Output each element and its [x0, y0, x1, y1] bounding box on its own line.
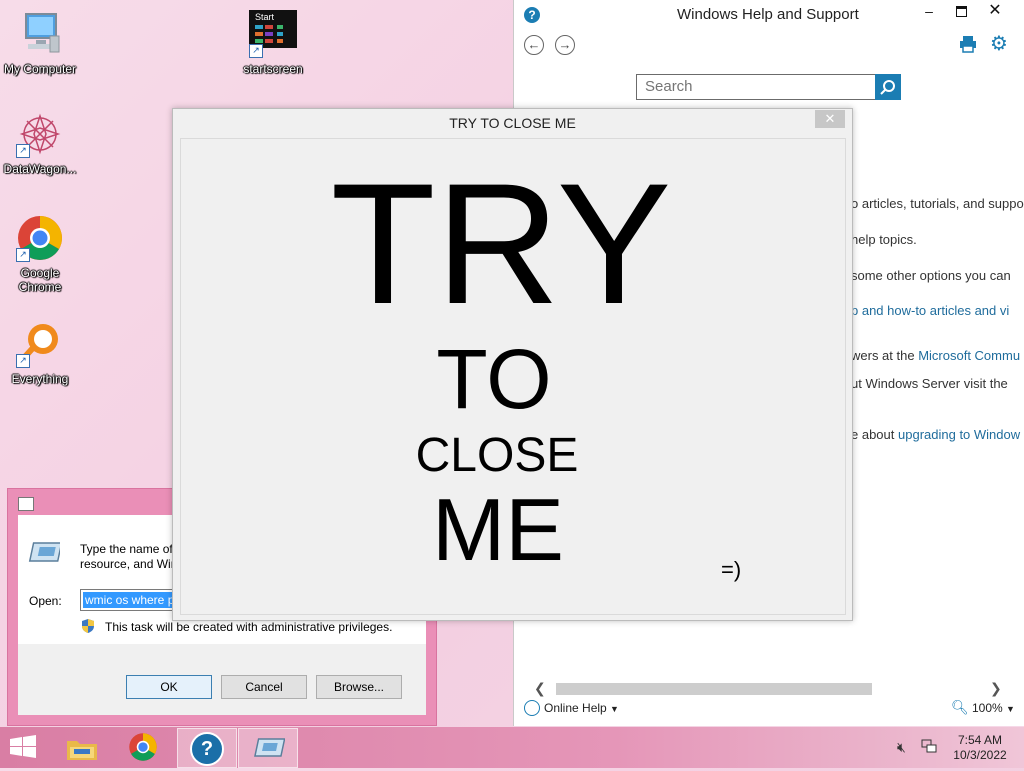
help-toolbar: ← → ⚙ — [514, 30, 1024, 60]
taskbar-clock[interactable]: 7:54 AM 10/3/2022 — [944, 733, 1016, 763]
shortcut-arrow-icon: ↗ — [16, 354, 30, 368]
help-content-line: ut Windows Server visit the — [851, 376, 1008, 391]
scrollbar-thumb[interactable] — [556, 683, 872, 695]
big-word-close: CLOSE — [415, 429, 579, 482]
online-help-dropdown[interactable]: Online Help ▼ — [544, 701, 619, 715]
maximize-button[interactable] — [946, 0, 976, 24]
admin-note: This task will be created with administr… — [105, 620, 393, 634]
print-icon[interactable] — [959, 35, 977, 53]
forward-arrow-icon[interactable]: → — [555, 35, 575, 55]
uac-shield-icon — [80, 618, 96, 634]
datawagon-icon: ↗ — [16, 110, 64, 158]
dropdown-arrow-icon: ▼ — [610, 704, 619, 714]
help-link: p and how-to articles and vi — [851, 303, 1010, 318]
search-input[interactable] — [637, 75, 873, 97]
everything-search-icon: ↗ — [16, 320, 64, 368]
help-app-icon: ? — [524, 7, 540, 23]
help-content-line: some other options you can — [851, 268, 1011, 283]
startscreen-icon: Start ↗ — [249, 10, 297, 58]
open-label: Open: — [29, 594, 62, 608]
smiley-text: =) — [721, 557, 742, 582]
desktop-icon-label: Google Chrome — [18, 266, 62, 294]
browse-button[interactable]: Browse... — [316, 675, 402, 699]
run-icon — [251, 737, 286, 764]
close-button[interactable]: ✕ — [815, 110, 845, 128]
desktop-icon-my-computer[interactable]: My Computer — [0, 10, 80, 76]
desktop-icon-chrome[interactable]: ↗ Google Chrome — [0, 214, 80, 294]
taskbar-chrome[interactable] — [115, 728, 173, 766]
startscreen-badge: Start — [255, 12, 275, 22]
try-to-close-window: TRY TO CLOSE ME ✕ TRY TO CLOSE ME =) — [172, 108, 853, 621]
help-content-line: o articles, tutorials, and suppo — [851, 196, 1024, 211]
run-icon — [28, 541, 63, 562]
clock-date: 10/3/2022 — [953, 748, 1007, 762]
upgrading-windows-link[interactable]: upgrading to Window — [898, 427, 1020, 442]
help-content-line[interactable]: p and how-to articles and vi — [851, 303, 1009, 318]
taskbar: ? 🔇︎ 7:54 AM 10/3/2022 — [0, 727, 1024, 768]
shortcut-arrow-icon: ↗ — [16, 144, 30, 158]
big-word-try: TRY — [330, 148, 672, 340]
run-dialog-footer: OK Cancel Browse... — [18, 644, 426, 715]
desktop-icon-label: startscreen — [243, 62, 303, 76]
run-app-icon — [18, 497, 34, 511]
help-status-bar: Online Help ▼ 🔍︎ 100% ▼ — [514, 698, 1024, 720]
help-content-line: e about upgrading to Window — [851, 427, 1021, 442]
shortcut-arrow-icon: ↗ — [16, 248, 30, 262]
search-button[interactable] — [875, 74, 901, 100]
computer-icon — [16, 10, 64, 58]
big-word-me: ME — [432, 480, 564, 579]
clock-time: 7:54 AM — [957, 733, 1003, 747]
cancel-button[interactable]: Cancel — [221, 675, 307, 699]
help-content-line: help topics. — [851, 232, 917, 247]
desktop-icon-label: My Computer — [3, 62, 77, 76]
folder-icon — [66, 737, 98, 766]
taskbar-file-explorer[interactable] — [53, 728, 111, 766]
desktop-icon-datawagon[interactable]: ↗ DataWagon... — [0, 110, 80, 176]
taskbar-help[interactable]: ? — [177, 728, 237, 768]
help-titlebar[interactable]: ? Windows Help and Support – ✕ — [514, 0, 1024, 30]
horizontal-scrollbar[interactable]: ❮ ❯ — [534, 680, 1022, 697]
scroll-right-icon[interactable]: ❯ — [990, 680, 1002, 697]
taskbar-run[interactable] — [238, 728, 298, 768]
help-content-line: wers at the Microsoft Commu — [851, 348, 1021, 363]
zoom-dropdown[interactable]: 100% ▼ — [972, 701, 1015, 715]
gear-icon[interactable]: ⚙ — [990, 34, 1010, 54]
chrome-icon — [128, 732, 158, 767]
zoom-icon[interactable]: 🔍︎ — [951, 699, 969, 716]
try-window-title: TRY TO CLOSE ME — [449, 115, 576, 131]
ok-button[interactable]: OK — [126, 675, 212, 699]
run-description: Type the name of resource, and Win — [80, 542, 178, 571]
scroll-left-icon[interactable]: ❮ — [534, 680, 546, 697]
start-button[interactable] — [0, 728, 48, 766]
minimize-button[interactable]: – — [914, 0, 944, 24]
open-input-value: wmic os where p — [83, 592, 177, 608]
help-window-title: Windows Help and Support — [677, 6, 859, 23]
desktop-icon-label: DataWagon... — [3, 162, 77, 176]
desktop-icon-everything[interactable]: ↗ Everything — [0, 320, 80, 386]
help-search-box[interactable] — [636, 74, 876, 100]
big-word-to: TO — [436, 332, 552, 426]
help-icon: ? — [190, 732, 224, 766]
speaker-muted-icon[interactable]: 🔇︎ — [897, 739, 906, 756]
try-window-canvas: TRY TO CLOSE ME =) — [180, 138, 846, 615]
desktop-icon-label: Everything — [11, 372, 69, 386]
network-icon[interactable] — [921, 738, 937, 754]
close-button[interactable]: ✕ — [980, 0, 1010, 24]
microsoft-community-link[interactable]: Microsoft Commu — [918, 348, 1020, 363]
dropdown-arrow-icon: ▼ — [1006, 704, 1015, 714]
back-arrow-icon[interactable]: ← — [524, 35, 544, 55]
shortcut-arrow-icon: ↗ — [249, 44, 263, 58]
desktop-icon-startscreen[interactable]: Start ↗ startscreen — [233, 10, 313, 76]
chrome-icon: ↗ — [16, 214, 64, 262]
globe-icon — [524, 700, 540, 716]
